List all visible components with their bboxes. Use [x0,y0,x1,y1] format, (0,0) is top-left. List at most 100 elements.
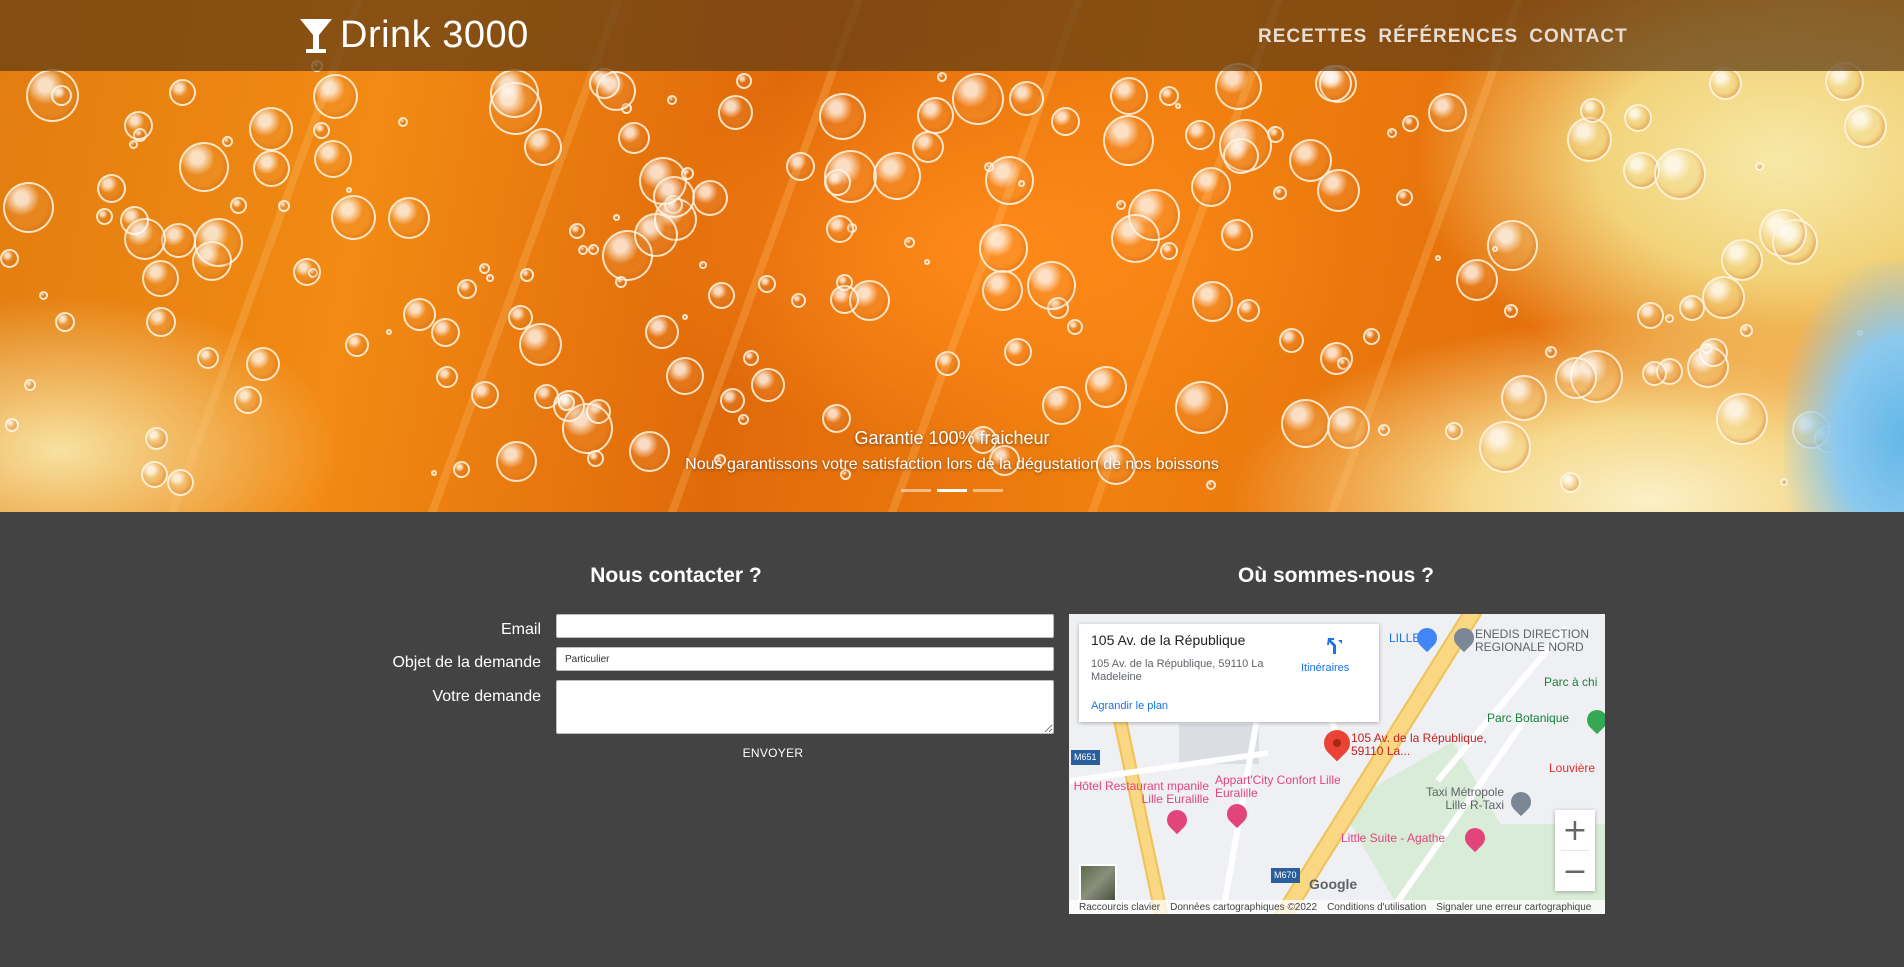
hero-bubble [618,122,650,154]
hero-bubble [699,261,707,269]
hero-bubble [161,223,196,258]
hero-bubble [751,368,785,402]
google-map[interactable]: M651 M670 LILLE ENEDIS DIRECTION REGIONA… [1069,614,1605,914]
nav-link-recettes[interactable]: RECETTES [1258,26,1367,48]
hero-bubble [1504,304,1518,318]
hero-bubble [192,241,232,281]
hero-bubble [982,270,1023,311]
hero-bubble [398,117,408,127]
map-enlarge-link[interactable]: Agrandir le plan [1091,700,1168,713]
hero-bubble [314,140,352,178]
navbar: Drink 3000 RECETTES RÉFÉRENCES CONTACT [0,0,1904,71]
hero-bubble [1492,246,1498,252]
terms-link[interactable]: Conditions d'utilisation [1327,902,1426,913]
hero-bubble [1221,219,1253,251]
subject-label: Objet de la demande [392,654,541,671]
hero-bubble [1567,117,1612,162]
hero-bubble [96,208,113,225]
map-taxi-icon[interactable] [1506,787,1536,817]
directions-link[interactable]: Itinéraires [1301,662,1349,675]
send-button[interactable]: ENVOYER [720,746,826,760]
hero-bubble [738,414,749,425]
google-logo: Google [1309,876,1358,892]
hero-bubble [873,152,921,200]
hero-bubble [666,357,704,395]
hero-bubble [1175,103,1181,109]
request-label: Votre demande [432,688,541,705]
hero-bubble [1665,314,1674,323]
brand-link[interactable]: Drink 3000 [298,14,529,57]
hero-bubble [1772,219,1818,265]
main-nav: RECETTES RÉFÉRENCES CONTACT [1258,26,1628,48]
map-route-m670: M670 [1271,868,1300,883]
map-label-parc-chi: Parc à chi [1544,675,1598,689]
map-hotel-icon[interactable] [1162,805,1192,835]
hero-bubble [1435,255,1441,261]
hero-bubble [1042,386,1081,425]
nav-link-contact[interactable]: CONTACT [1529,26,1627,48]
hero-bubble [1642,361,1667,386]
email-label: Email [500,621,541,638]
map-zoom-controls: + − [1555,810,1595,891]
hero-bubble [97,174,126,203]
hero-bubble [1624,104,1652,132]
hero-bubble [508,305,533,330]
hero-bubble [293,258,321,286]
hero-bubble [1160,242,1178,260]
report-error-link[interactable]: Signaler une erreur cartographique [1436,902,1591,913]
hero-bubble [826,215,854,243]
hero-bubble [346,187,352,193]
map-attribution: Raccourcis clavier Données cartographiqu… [1069,900,1605,914]
carousel-indicator-3[interactable] [973,489,1003,492]
map-park-icon[interactable] [1582,705,1605,735]
email-field[interactable] [556,614,1054,638]
hero-bubble [436,366,458,388]
hero-bubble [1051,107,1080,136]
hero-bubble [24,379,36,391]
carousel-indicator-2[interactable] [937,489,967,492]
subject-field[interactable] [556,647,1054,671]
map-hotel-icon-2[interactable] [1222,799,1252,829]
hero-bubble [1185,120,1215,150]
hero-bubble [524,128,562,166]
hero-bubble [1387,128,1397,138]
hero-bubble [1654,148,1706,200]
map-location-pin-icon[interactable] [1318,724,1356,762]
map-data-credit: Données cartographiques ©2022 [1170,901,1318,913]
hero-bubble [1192,281,1233,322]
hero-bubble [824,169,851,196]
keyboard-shortcuts-link[interactable]: Raccourcis clavier [1079,902,1160,913]
hero-bubble [653,176,695,218]
map-label-little-suite: Little Suite - Agathe [1341,831,1446,845]
hero-bubble [1396,189,1413,206]
hero-bubble [169,79,196,106]
hero-bubble [386,329,392,335]
hero-bubble [0,249,19,268]
hero-bubble [1721,239,1763,281]
hero-bubble [553,390,585,422]
hero-bubble [520,268,534,282]
hero-bubble [253,150,290,187]
zoom-out-button[interactable]: − [1555,851,1595,891]
hero-bubble [489,82,542,135]
hero-bubble [124,218,166,260]
hero-bubble [1103,115,1154,166]
hero-bubble [1175,381,1228,434]
request-textarea[interactable] [556,680,1054,734]
directions-icon[interactable] [1324,636,1344,656]
hero-bubble [952,73,1004,125]
hero-bubble [146,307,176,337]
hero-bubble [519,323,562,366]
hero-bubble [569,223,585,239]
hero-bubble [313,74,358,119]
map-shopping-icon[interactable] [1412,623,1442,653]
hero-bubble [1755,162,1764,171]
hero-bubble [1545,346,1557,358]
zoom-in-button[interactable]: + [1555,810,1595,850]
hero-bubble [3,182,54,233]
satellite-view-toggle[interactable] [1079,864,1117,902]
hero-bubble [1223,138,1259,174]
map-label-parc-botanique: Parc Botanique [1487,711,1570,725]
carousel-indicator-1[interactable] [901,489,931,492]
nav-link-references[interactable]: RÉFÉRENCES [1378,26,1518,48]
